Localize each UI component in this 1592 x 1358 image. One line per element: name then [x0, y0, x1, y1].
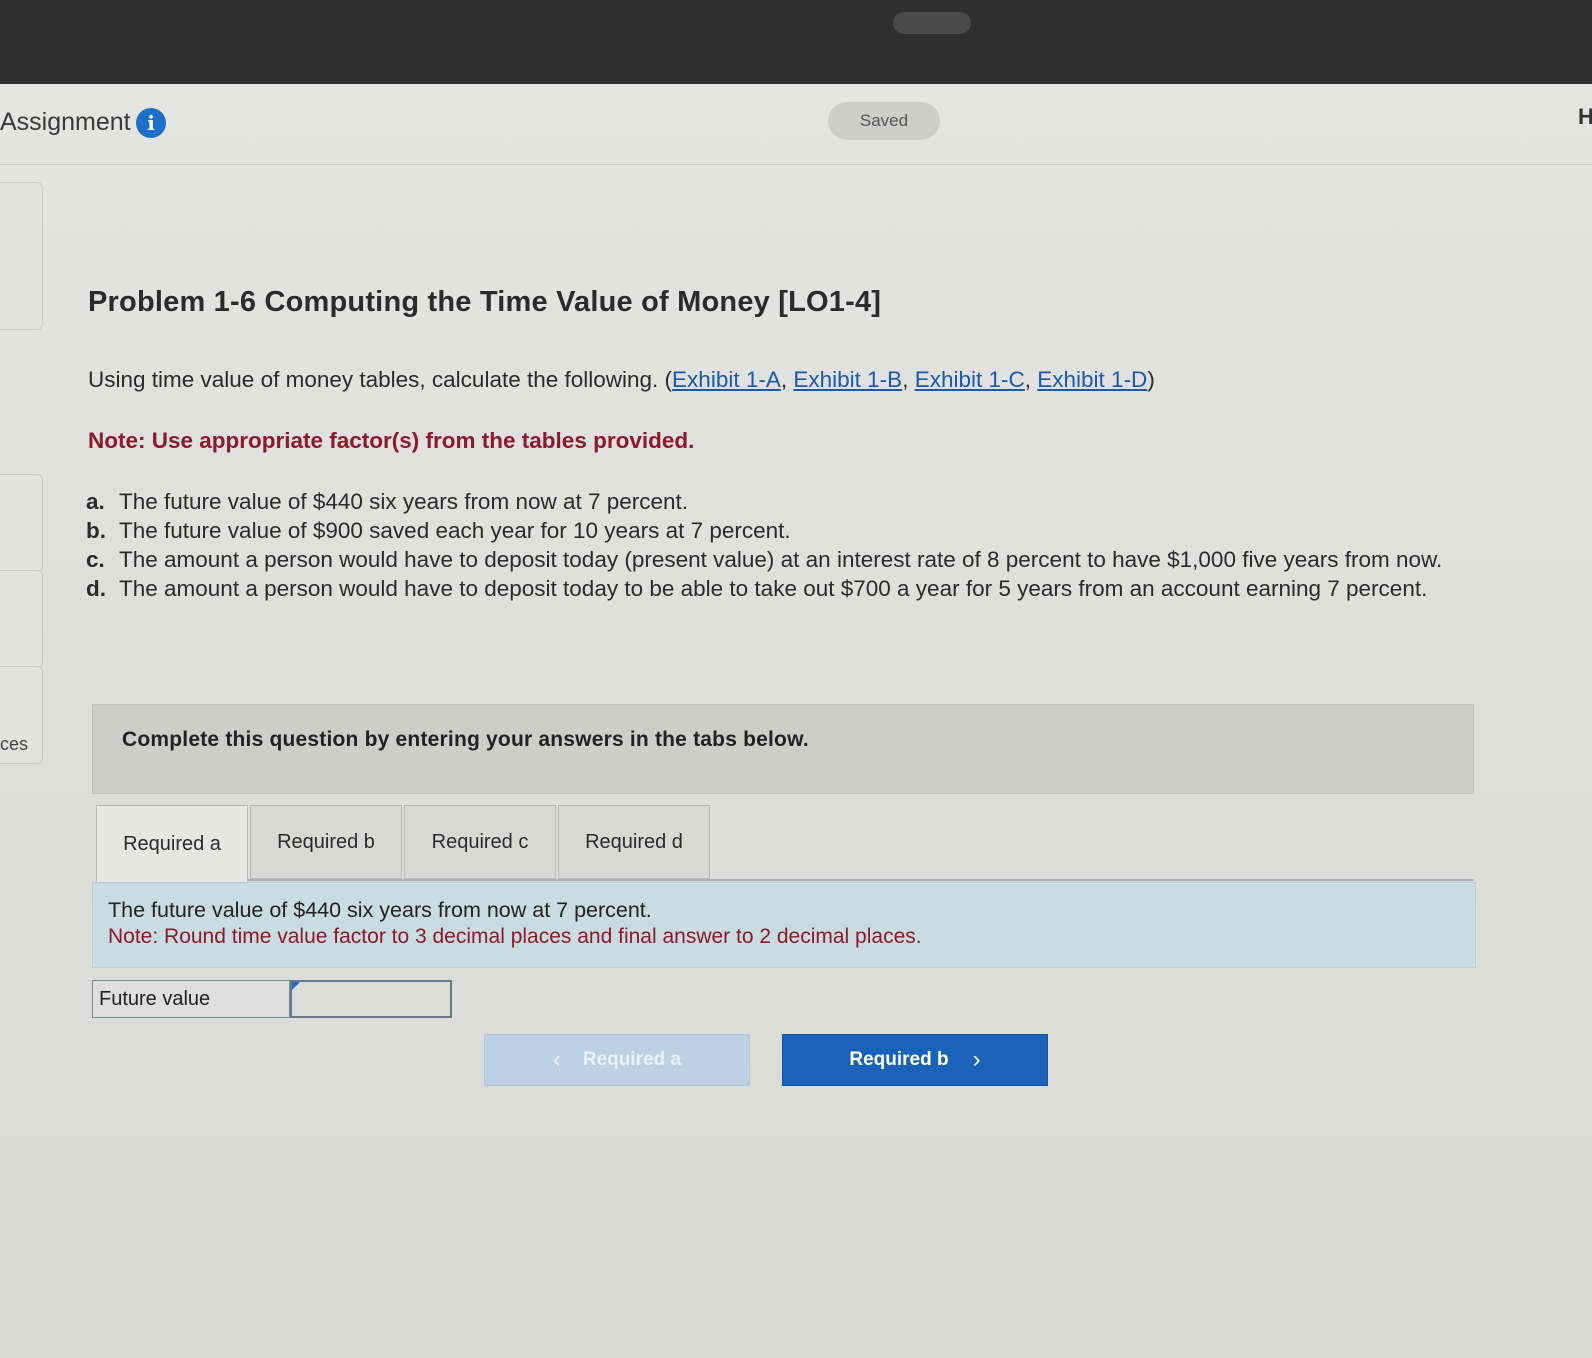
next-required-b-button[interactable]: Required b ›	[782, 1034, 1048, 1086]
exhibit-1c-link[interactable]: Exhibit 1-C	[915, 367, 1025, 392]
panel-note: Note: Round time value factor to 3 decim…	[108, 925, 922, 948]
requirement-text: The future value of $900 saved each year…	[119, 518, 791, 543]
intro-text: Using time value of money tables, calcul…	[88, 367, 673, 392]
tab-required-c[interactable]: Required c	[404, 805, 556, 879]
exhibit-1d-link[interactable]: Exhibit 1-D	[1037, 367, 1147, 392]
sidebar-card-2[interactable]	[0, 474, 43, 572]
prev-button-label: Required a	[582, 1049, 682, 1070]
info-icon[interactable]: i	[136, 108, 166, 138]
assignment-title: Assignment	[0, 108, 131, 136]
tab-required-a[interactable]: Required a	[96, 805, 248, 883]
requirements-list: a. The future value of $440 six years fr…	[86, 487, 1566, 603]
requirement-letter: d.	[86, 576, 106, 601]
instructions-text: Complete this question by entering your …	[122, 728, 809, 751]
input-flag-icon	[292, 982, 300, 990]
requirement-letter: c.	[86, 547, 105, 572]
header-right-edge-text: H	[1578, 104, 1592, 129]
device-bezel	[0, 0, 1592, 84]
tab-required-b[interactable]: Required b	[250, 805, 402, 879]
problem-note: Note: Use appropriate factor(s) from the…	[88, 428, 695, 453]
requirement-text: The amount a person would have to deposi…	[119, 547, 1443, 572]
sidebar-card-3[interactable]	[0, 570, 43, 668]
problem-intro: Using time value of money tables, calcul…	[88, 367, 1155, 392]
requirement-text: The amount a person would have to deposi…	[119, 576, 1428, 601]
chevron-left-icon: ‹	[552, 1046, 561, 1073]
requirement-letter: a.	[86, 489, 105, 514]
sidebar-card-1[interactable]	[0, 182, 43, 330]
top-bar	[0, 84, 1592, 165]
problem-title: Problem 1-6 Computing the Time Value of …	[88, 286, 882, 318]
requirement-letter: b.	[86, 518, 106, 543]
saved-status-badge: Saved	[828, 102, 940, 140]
exhibit-1a-link[interactable]: Exhibit 1-A	[672, 367, 781, 392]
requirement-item: d. The amount a person would have to dep…	[86, 574, 1566, 603]
sidebar-partial-label[interactable]: ces	[0, 734, 28, 755]
future-value-label: Future value	[92, 980, 290, 1018]
requirement-text: The future value of $440 six years from …	[119, 489, 689, 514]
prev-required-a-button[interactable]: ‹ Required a	[484, 1034, 750, 1086]
tab-divider	[248, 879, 1474, 881]
next-button-label: Required b	[849, 1049, 949, 1070]
future-value-input[interactable]	[290, 980, 452, 1018]
exhibit-1b-link[interactable]: Exhibit 1-B	[793, 367, 902, 392]
tab-required-d[interactable]: Required d	[558, 805, 710, 879]
requirement-item: c. The amount a person would have to dep…	[86, 545, 1566, 574]
panel-question: The future value of $440 six years from …	[108, 898, 652, 922]
requirement-item: a. The future value of $440 six years fr…	[86, 487, 1566, 516]
chevron-right-icon: ›	[972, 1046, 981, 1073]
device-notch	[893, 12, 971, 34]
requirement-item: b. The future value of $900 saved each y…	[86, 516, 1566, 545]
